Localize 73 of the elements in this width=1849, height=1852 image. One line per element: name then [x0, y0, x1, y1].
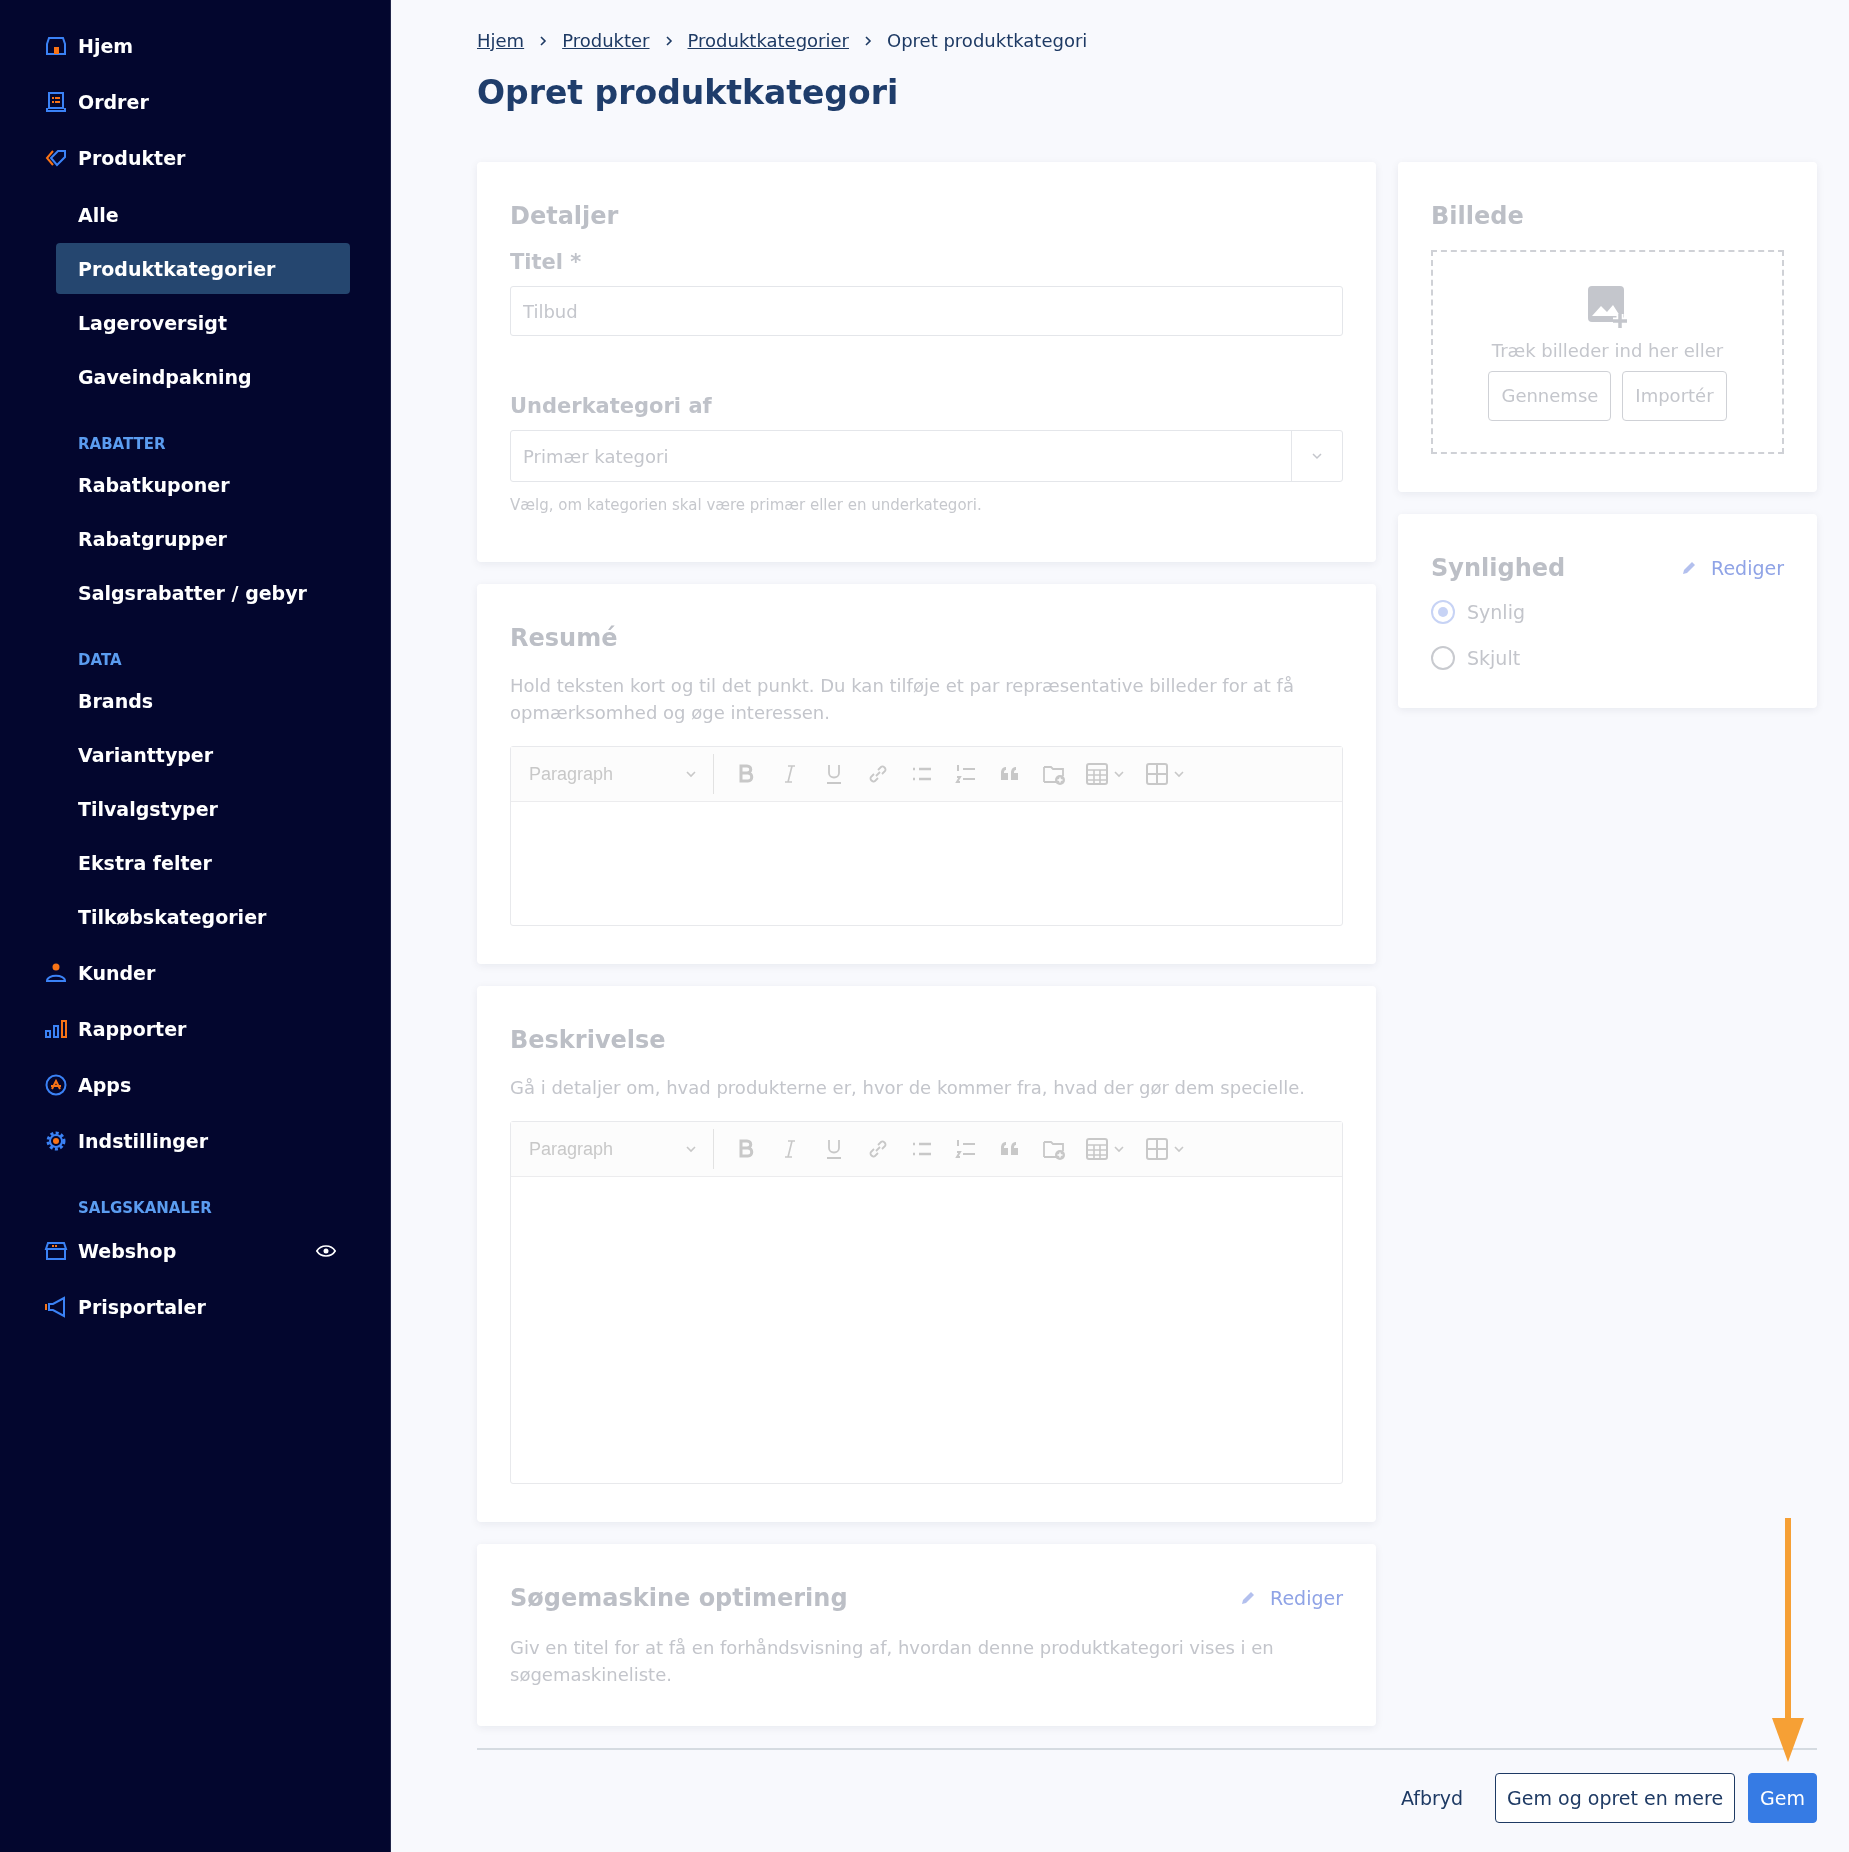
card-title: Resumé [510, 624, 619, 652]
card-title: Synlighed [1431, 554, 1566, 582]
gear-icon [44, 1129, 68, 1153]
radio-label: Skjult [1467, 647, 1521, 669]
card-description: Gå i detaljer om, hvad produkterne er, hvor de kommer fra, hvad der gør dem specielle. [510, 1076, 1306, 1100]
pencil-icon[interactable] [1240, 1590, 1257, 1606]
nav-subitem[interactable]: Brands [56, 675, 350, 726]
radio-button[interactable] [1431, 600, 1455, 624]
nav-subitem[interactable]: Ekstra felter [56, 837, 350, 888]
grid-icon[interactable] [1146, 762, 1186, 786]
nav-item[interactable]: Hjem [0, 18, 390, 74]
pencil-icon[interactable] [1681, 560, 1698, 576]
nav-item[interactable]: Ordrer [0, 74, 390, 130]
bars-icon [44, 1017, 68, 1041]
section-heading: RABATTER [77, 434, 167, 455]
chevron-icon [538, 33, 549, 48]
save-button[interactable]: Gem [1748, 1773, 1817, 1823]
apps-icon [44, 1073, 68, 1097]
card-title: Beskrivelse [510, 1026, 667, 1054]
title-input[interactable]: Tilbud [510, 286, 1343, 336]
save-and-new-button[interactable]: Gem og opret en mere [1495, 1773, 1736, 1823]
grid-icon[interactable] [1146, 1137, 1186, 1161]
nav-item[interactable]: Kunder [0, 945, 390, 1001]
nav-subitem[interactable]: Alle [56, 189, 350, 240]
nav-item[interactable]: Produkter [0, 130, 390, 186]
nav-subitem[interactable]: Rabatgrupper [56, 513, 350, 564]
nav-subitem[interactable]: Lageroversigt [56, 297, 350, 348]
numbers-icon[interactable] [954, 762, 978, 786]
table-icon[interactable] [1086, 1137, 1126, 1161]
cancel-button[interactable]: Afbryd [1389, 1773, 1475, 1823]
numbers-icon[interactable] [954, 1137, 978, 1161]
field-label: Titel * [510, 250, 583, 274]
megaphone-icon [44, 1295, 68, 1319]
breadcrumb-link[interactable]: Hjem [477, 30, 525, 51]
radio-button[interactable] [1431, 646, 1455, 670]
chevron-icon [863, 33, 873, 48]
nav-subitem[interactable]: Salgsrabatter / gebyr [56, 567, 350, 618]
card-description: Hold teksten kort og til det punkt. Du kan tilføje et par repræsentative billeder for at få opmærksomhed og øge interessen. [510, 674, 1295, 725]
card-title: Detaljer [510, 202, 620, 230]
image-add-icon [1585, 283, 1630, 328]
store-icon [44, 1239, 68, 1263]
breadcrumb-link[interactable]: Produkter [562, 30, 650, 51]
field-label: Underkategori af [510, 394, 713, 418]
drop-hint: Træk billeder ind her eller [1491, 339, 1724, 361]
caret-icon [1311, 452, 1323, 460]
nav-subitem[interactable]: Tilkøbskategorier [56, 891, 350, 942]
nav-item[interactable]: Apps [0, 1057, 390, 1113]
nav-subitem[interactable]: Gaveindpakning [56, 351, 350, 402]
nav-subitem[interactable]: Tilvalgstyper [56, 783, 350, 834]
nav-subitem[interactable]: Produktkategorier [56, 243, 350, 294]
eye-icon[interactable] [316, 1244, 336, 1258]
card-title: Søgemaskine optimering [510, 1584, 848, 1612]
nav-item[interactable]: Rapporter [0, 1001, 390, 1057]
breadcrumb-current: Opret produktkategori [887, 30, 1088, 51]
caret-icon [685, 770, 697, 778]
chevron-icon [663, 33, 674, 48]
page-title: Opret produktkategori [477, 73, 900, 112]
home-icon [44, 34, 68, 58]
radio-label: Synlig [1467, 601, 1525, 623]
table-icon[interactable] [1086, 762, 1126, 786]
orders-icon [44, 90, 68, 114]
nav-subitem[interactable]: Rabatkuponer [56, 459, 350, 510]
breadcrumb-link[interactable]: Produktkategorier [687, 30, 849, 51]
help-text: Vælg, om kategorien skal være primær eller en underkategori. [510, 496, 983, 514]
section-heading: DATA [77, 650, 123, 671]
caret-icon [685, 1145, 697, 1153]
nav-item[interactable]: Webshop [0, 1223, 390, 1279]
nav-item[interactable]: Prisportaler [0, 1279, 390, 1335]
section-heading: SALGSKANALER [77, 1198, 213, 1219]
nav-item[interactable]: Indstillinger [0, 1113, 390, 1169]
nav-subitem[interactable]: Varianttyper [56, 729, 350, 780]
person-icon [44, 961, 68, 985]
card-title: Billede [1431, 202, 1525, 230]
